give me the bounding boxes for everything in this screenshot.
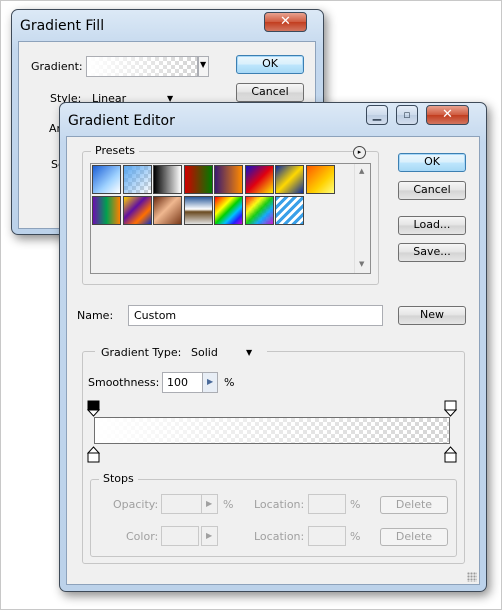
scroll-up-icon: ▲	[359, 167, 365, 175]
preset-swatch[interactable]	[92, 165, 121, 194]
gradient-bar[interactable]	[94, 417, 450, 444]
color-location-label: Location:	[254, 530, 305, 543]
name-value: Custom	[134, 309, 177, 322]
preset-swatch[interactable]	[244, 195, 274, 225]
maximize-button[interactable]: ▫	[396, 105, 418, 125]
close-icon: ✕	[442, 107, 453, 122]
presets-menu-button[interactable]: ▸	[353, 146, 366, 159]
arrow-right-icon: ▶	[206, 499, 213, 508]
preset-swatch[interactable]	[183, 165, 213, 194]
arrow-right-icon: ▶	[206, 531, 213, 540]
preset-swatch[interactable]	[153, 195, 182, 225]
gradient-editor-title: Gradient Editor	[68, 113, 175, 129]
preset-swatch[interactable]	[305, 165, 335, 194]
chevron-down-icon: ▼	[246, 348, 253, 357]
arrow-right-icon: ▶	[207, 377, 214, 386]
opacity-label: Opacity:	[113, 498, 159, 511]
smoothness-stepper[interactable]: ▶	[202, 372, 218, 393]
preset-swatch[interactable]	[153, 165, 182, 194]
gradient-type-label: Gradient Type:	[101, 346, 182, 359]
name-input[interactable]: Custom	[128, 305, 383, 326]
gradient-editor-dialog: Gradient Editor ▁ ▫ ✕ Presets ▸ ▲ ▼ OK C…	[59, 102, 487, 592]
gradient-type-value: Solid	[191, 346, 218, 359]
color-label: Color:	[126, 530, 159, 543]
gradient-type-select[interactable]: Solid ▼	[184, 343, 260, 363]
preset-swatch[interactable]	[214, 195, 243, 225]
opacity-stop-left[interactable]	[87, 400, 100, 417]
opacity-stop-right[interactable]	[444, 400, 457, 417]
load-button[interactable]: Load...	[398, 216, 466, 235]
smoothness-unit: %	[224, 376, 235, 389]
minimize-icon: ▁	[372, 108, 382, 121]
preset-swatch[interactable]	[122, 195, 152, 225]
dropdown-arrow-icon: ▼	[200, 60, 207, 69]
preset-swatch[interactable]	[275, 195, 304, 225]
gradient-group: Gradient Type: Solid ▼ Smoothness: 100 ▶…	[82, 342, 465, 564]
color-swatch[interactable]	[161, 526, 199, 546]
preset-swatches	[91, 164, 353, 234]
presets-scrollbar[interactable]: ▲ ▼	[354, 164, 370, 273]
close-icon: ✕	[280, 14, 291, 29]
name-label: Name:	[77, 309, 114, 322]
opacity-unit: %	[223, 498, 234, 511]
scroll-down-icon: ▼	[359, 260, 365, 268]
preset-swatch[interactable]	[122, 165, 152, 194]
color-delete-button[interactable]: Delete	[380, 528, 448, 546]
preset-swatch[interactable]	[92, 195, 121, 225]
gradient-dropdown-arrow[interactable]: ▼	[198, 56, 209, 77]
maximize-icon: ▫	[403, 108, 411, 121]
preset-swatch[interactable]	[214, 165, 243, 194]
new-button[interactable]: New	[398, 306, 466, 325]
opacity-input[interactable]	[161, 494, 202, 514]
stops-label: Stops	[99, 472, 138, 485]
presets-label: Presets	[91, 144, 140, 157]
stops-group: Stops Opacity: ▶ % Location: % Delete Co…	[90, 472, 457, 557]
color-location-unit: %	[350, 530, 361, 543]
save-button[interactable]: Save...	[398, 243, 466, 262]
opacity-location-label: Location:	[254, 498, 305, 511]
play-icon: ▸	[357, 148, 362, 156]
smoothness-input[interactable]: 100	[162, 372, 203, 393]
opacity-stepper[interactable]: ▶	[201, 494, 218, 514]
color-picker-button[interactable]: ▶	[201, 526, 218, 546]
gradient-editor-client: Presets ▸ ▲ ▼ OK Cancel Load... Save... …	[66, 136, 480, 585]
presets-list: ▲ ▼	[90, 163, 371, 274]
gradient-label: Gradient:	[31, 60, 83, 73]
color-stop-left[interactable]	[87, 446, 100, 463]
gradient-fill-ok-button[interactable]: OK	[236, 55, 304, 74]
smoothness-value: 100	[167, 376, 188, 389]
opacity-location-unit: %	[350, 498, 361, 511]
smoothness-label: Smoothness:	[88, 376, 160, 389]
editor-cancel-button[interactable]: Cancel	[398, 181, 466, 200]
preset-swatch[interactable]	[244, 165, 274, 194]
minimize-button[interactable]: ▁	[366, 105, 388, 125]
opacity-location-input[interactable]	[308, 494, 346, 514]
color-stop-right[interactable]	[444, 446, 457, 463]
opacity-delete-button[interactable]: Delete	[380, 496, 448, 514]
editor-ok-button[interactable]: OK	[398, 153, 466, 172]
editor-close-button[interactable]: ✕	[426, 105, 469, 125]
preset-swatch[interactable]	[183, 195, 213, 225]
color-location-input[interactable]	[308, 526, 346, 546]
gradient-fill-close-button[interactable]: ✕	[264, 12, 307, 32]
gradient-fill-cancel-button[interactable]: Cancel	[236, 83, 304, 102]
gradient-fill-title: Gradient Fill	[20, 18, 105, 34]
gradient-preview-field[interactable]	[86, 56, 198, 77]
presets-group: Presets ▸ ▲ ▼	[82, 144, 379, 285]
preset-swatch[interactable]	[275, 165, 304, 194]
resize-grip[interactable]	[467, 572, 477, 582]
